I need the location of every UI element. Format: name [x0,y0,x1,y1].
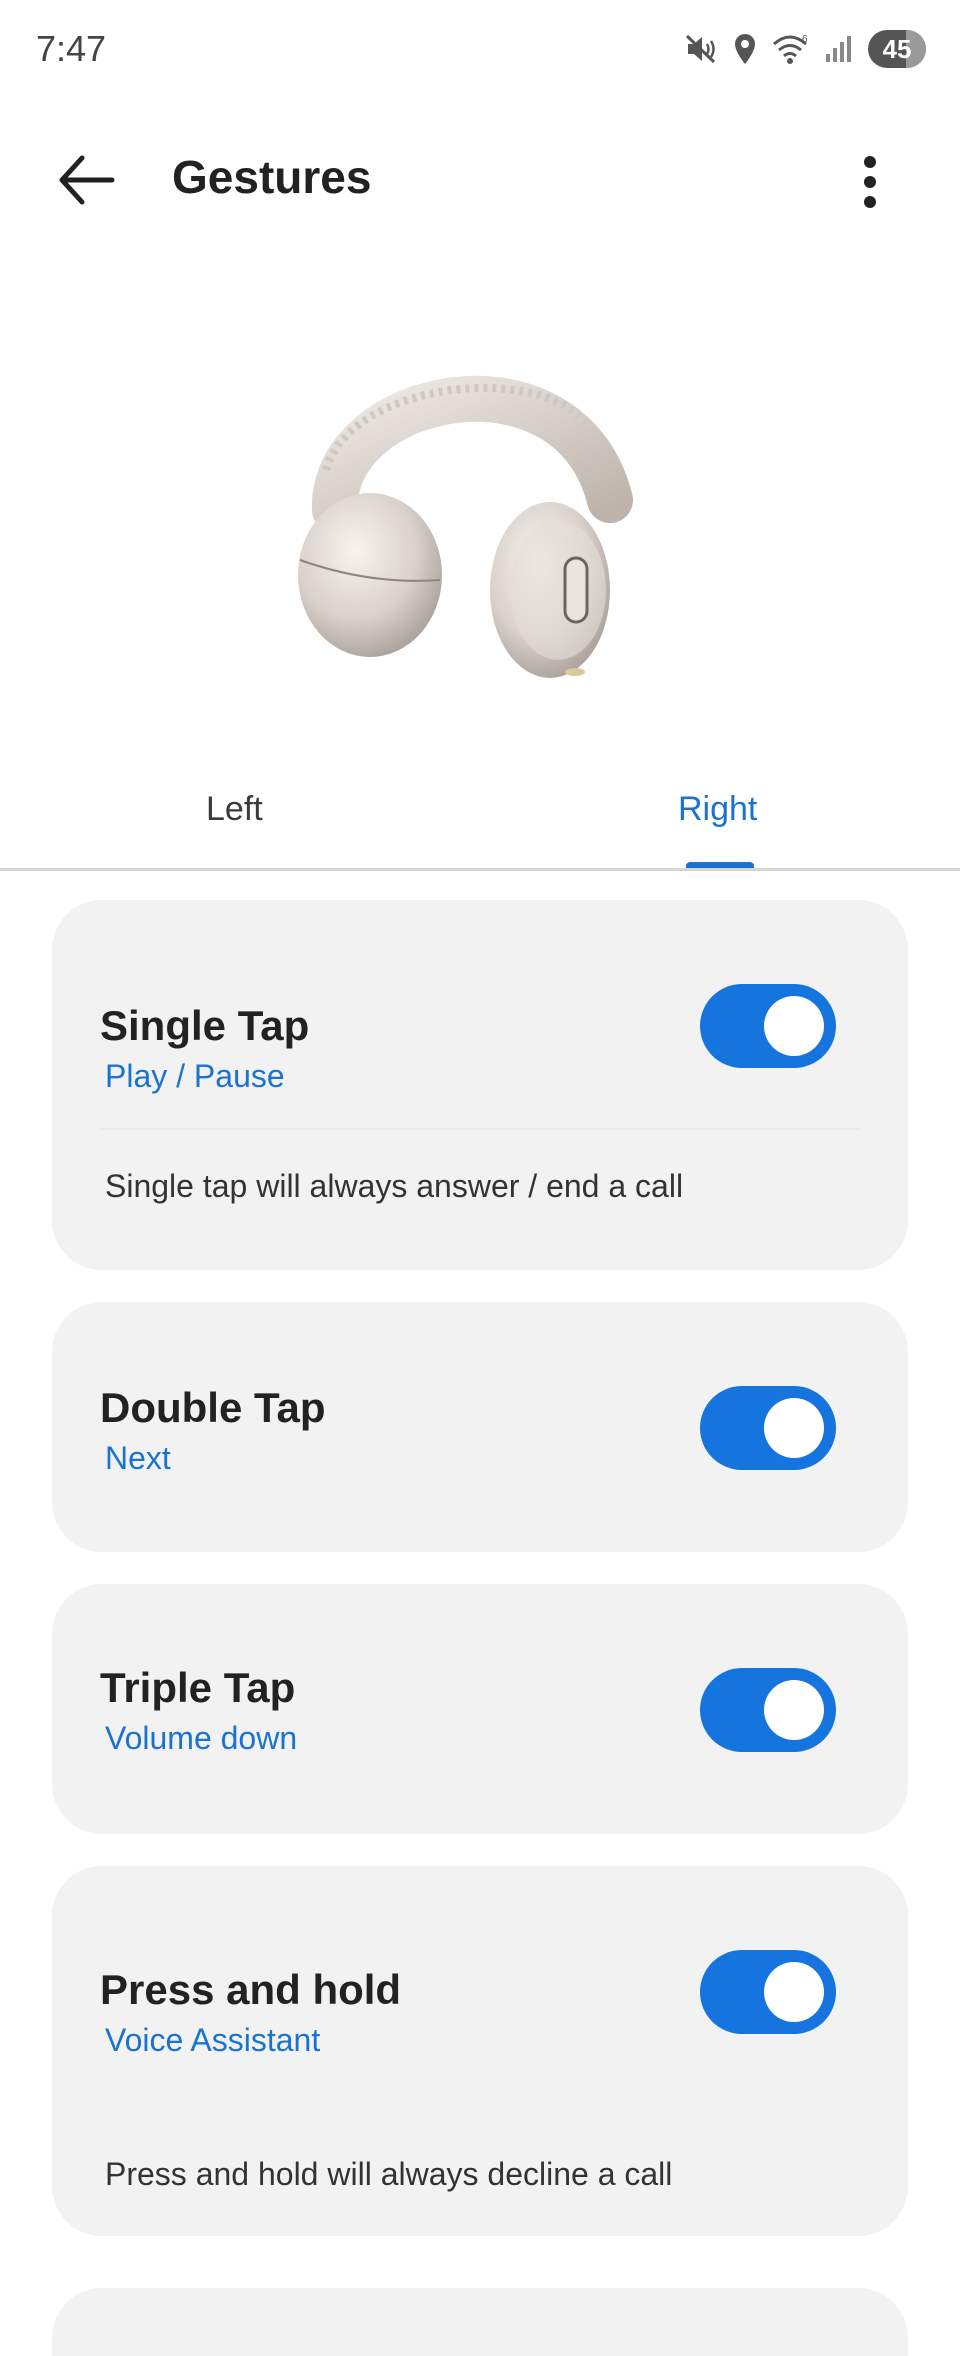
gesture-action[interactable]: Play / Pause [105,1058,285,1095]
gesture-title: Double Tap [100,1384,326,1431]
battery-level: 45 [882,33,912,64]
gesture-note: Single tap will always answer / end a ca… [105,1168,684,1204]
battery-icon: 45 [868,30,926,68]
status-icons: 6 45 [684,30,926,68]
toggle-knob [764,1398,824,1458]
signal-icon [824,32,854,66]
gesture-card-double-tap: Double Tap Next [52,1302,908,1552]
app-bar: Gestures [0,120,960,240]
gesture-title: Press and hold [100,1966,402,2013]
tab-divider [0,868,960,871]
location-icon [732,32,758,66]
tab-right[interactable]: Right [678,790,757,829]
toggle-knob [764,1680,824,1740]
gesture-title: Single Tap [100,1002,310,1049]
gesture-card-partial [52,2288,908,2356]
toggle-knob [764,1962,824,2022]
toggle-knob [764,996,824,1056]
back-button[interactable] [52,150,124,210]
gesture-action[interactable]: Next [105,1440,171,1477]
wifi-icon: 6 [772,32,810,66]
more-options-button[interactable] [848,148,892,216]
gesture-card-press-and-hold: Press and hold Voice Assistant Press and… [52,1866,908,2236]
gesture-action[interactable]: Volume down [105,1720,297,1757]
page-title: Gestures [172,151,372,203]
mute-vibrate-icon [684,32,718,66]
single-tap-toggle[interactable] [700,984,836,1068]
gesture-note: Press and hold will always decline a cal… [105,2156,673,2192]
card-divider [100,1128,860,1130]
arrow-left-icon [59,155,115,205]
press-and-hold-toggle[interactable] [700,1950,836,2034]
status-bar: 7:47 6 45 [0,0,960,100]
svg-text:6: 6 [802,34,808,45]
double-tap-toggle[interactable] [700,1386,836,1470]
status-time: 7:47 [36,28,107,69]
gesture-card-triple-tap: Triple Tap Volume down [52,1584,908,1834]
tab-left[interactable]: Left [206,790,263,829]
gesture-card-single-tap: Single Tap Play / Pause Single tap will … [52,900,908,1270]
headphones-image [290,350,660,690]
triple-tap-toggle[interactable] [700,1668,836,1752]
gesture-action[interactable]: Voice Assistant [105,2022,320,2059]
more-vertical-icon [864,156,876,208]
gesture-title: Triple Tap [100,1664,296,1711]
side-tabs: Left Right [0,770,960,871]
